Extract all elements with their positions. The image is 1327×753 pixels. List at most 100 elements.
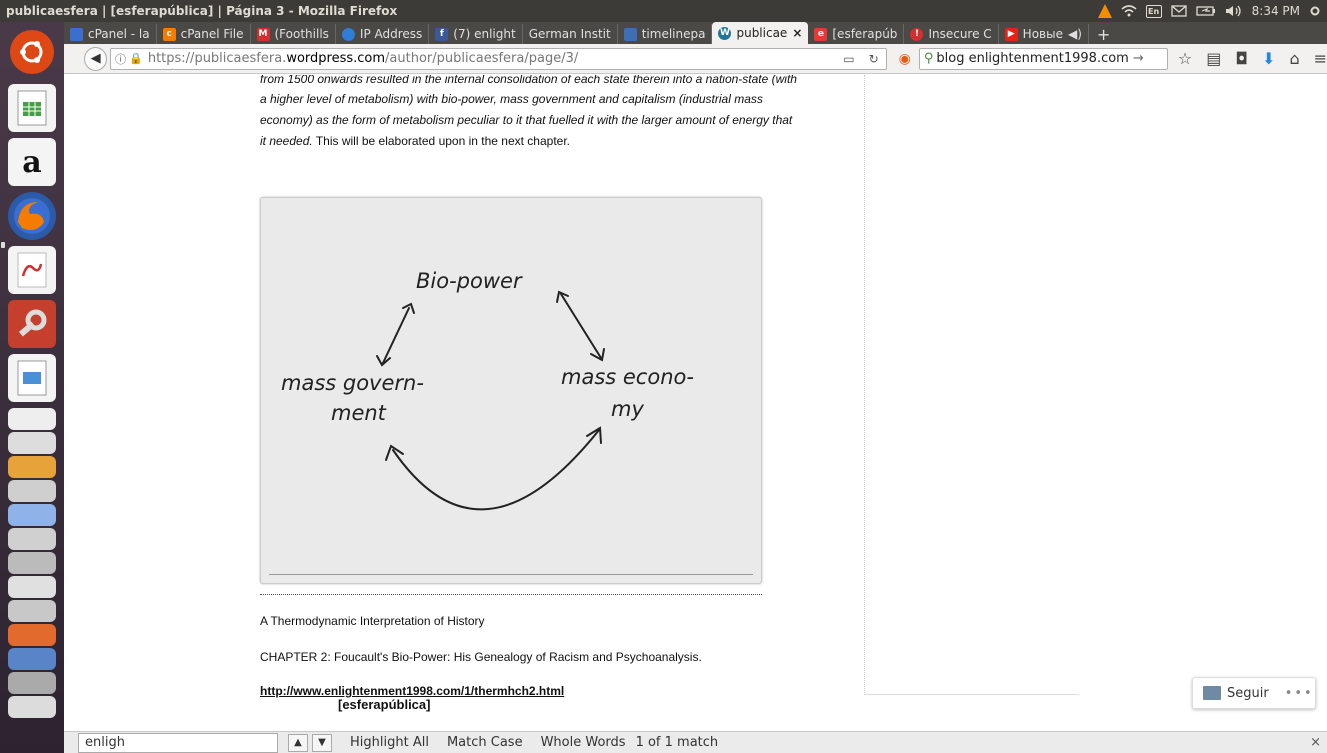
reload-icon[interactable]: ↻ xyxy=(862,52,886,66)
tab-cpanel-file[interactable]: c cPanel File xyxy=(157,24,251,44)
book-title: A Thermodynamic Interpretation of Histor… xyxy=(260,614,485,628)
bio-power-sketch: Bio-power mass govern- ment mass econo- … xyxy=(281,269,694,511)
reader-view-icon[interactable]: ▭ xyxy=(836,52,861,66)
scanner-icon[interactable] xyxy=(8,552,56,574)
software-center-icon[interactable] xyxy=(8,456,56,478)
highlight-all-toggle[interactable]: Highlight All xyxy=(350,735,429,750)
tab-facebook[interactable]: f (7) enlight xyxy=(429,24,523,44)
mail-icon[interactable] xyxy=(1170,5,1187,17)
tab-foothills[interactable]: M (Foothills xyxy=(251,24,336,44)
post-text-line: from 1500 onwards resulted in the intern… xyxy=(260,75,797,86)
follow-icon xyxy=(1203,686,1221,700)
bio-power-diagram[interactable]: Bio-power mass govern- ment mass econo- … xyxy=(260,197,762,584)
arrow-government-economy xyxy=(392,429,600,511)
indicator-area: En 8:34 PM xyxy=(1097,4,1327,18)
warning-icon: ! xyxy=(910,27,924,41)
disk-icon[interactable] xyxy=(8,504,56,526)
downloads-icon[interactable]: ⬇ xyxy=(1262,49,1275,68)
volume-icon[interactable] xyxy=(1225,5,1243,17)
game-icon[interactable] xyxy=(8,624,56,646)
home-icon[interactable]: ⌂ xyxy=(1289,49,1299,68)
mail-icon: M xyxy=(256,27,270,41)
speaker-icon: ◀) xyxy=(1067,27,1082,41)
follow-button[interactable]: Seguir ••• xyxy=(1192,677,1316,709)
match-status: 1 of 1 match xyxy=(635,735,719,750)
chapter-link[interactable]: http://www.enlightenment1998.com/1/therm… xyxy=(260,684,564,698)
document-stack-icon[interactable] xyxy=(8,528,56,550)
tab-ip-address[interactable]: IP Address xyxy=(336,24,430,44)
pdf-viewer-icon[interactable] xyxy=(8,246,56,294)
tab-insecure[interactable]: ! Insecure C xyxy=(904,24,999,44)
url-prefix: https://publicaesfera. xyxy=(147,51,287,66)
cpanel-icon xyxy=(70,27,83,41)
post-text-line: economy) as the form of metabolism pecul… xyxy=(260,113,793,127)
divider xyxy=(260,594,762,595)
label-mass-economy-cont: my xyxy=(611,397,644,421)
system-settings-icon[interactable] xyxy=(8,300,56,348)
more-options-icon[interactable]: ••• xyxy=(1285,686,1314,701)
label-mass-government: mass govern- xyxy=(281,371,424,395)
info-icon[interactable]: ⓘ xyxy=(115,51,126,67)
chevron-down-icon: ▼ xyxy=(318,737,326,748)
tab-esferapublica[interactable]: e [esferapúb xyxy=(808,24,905,44)
arrow-bio-power-government xyxy=(382,307,410,364)
search-go-icon[interactable]: → xyxy=(1133,51,1144,66)
back-button[interactable]: ◀ xyxy=(84,46,108,71)
libreoffice-impress-icon[interactable] xyxy=(8,354,56,402)
url-bar[interactable]: ⓘ 🔒 https://publicaesfera. wordpress.com /… xyxy=(110,47,887,70)
battery-icon[interactable] xyxy=(1195,5,1216,17)
settings-gear-icon[interactable] xyxy=(1309,5,1321,17)
bookmarks-menu-icon[interactable]: ▤ xyxy=(1206,49,1221,68)
search-engine-icon[interactable]: ◉ xyxy=(899,51,911,67)
close-find-bar-icon[interactable]: × xyxy=(1310,735,1321,750)
post-text-italic: it needed. xyxy=(260,134,313,148)
tab-cpanel[interactable]: cPanel - la xyxy=(64,24,157,44)
storage-icon[interactable] xyxy=(8,672,56,694)
amazon-icon[interactable]: a xyxy=(8,138,56,186)
tab-publicaesfera[interactable]: Wpublicae × xyxy=(712,22,809,44)
new-tab-button[interactable]: + xyxy=(1089,24,1118,44)
chevron-up-icon: ▲ xyxy=(294,737,302,748)
find-input[interactable]: enligh xyxy=(78,732,278,753)
stacked-document-icon[interactable] xyxy=(8,408,56,430)
lock-icon[interactable]: 🔒 xyxy=(129,52,143,65)
menu-icon[interactable]: ≡ xyxy=(1314,49,1327,68)
dvd-icon[interactable] xyxy=(8,600,56,622)
find-next-button[interactable]: ▼ xyxy=(312,733,332,752)
tab-timeline[interactable]: timelinepa xyxy=(618,24,713,44)
vlc-icon[interactable] xyxy=(1097,4,1112,18)
libreoffice-calc-icon[interactable] xyxy=(8,84,56,132)
trash-icon[interactable] xyxy=(8,696,56,718)
search-bar[interactable]: ⚲ blog enlightenment1998.com → xyxy=(918,47,1168,70)
chapter-title: CHAPTER 2: Foucault's Bio-Power: His Gen… xyxy=(260,650,702,664)
text-editor-icon[interactable] xyxy=(8,480,56,502)
label-bio-power: Bio-power xyxy=(416,269,523,293)
wordpress-icon: W xyxy=(718,26,732,40)
media-icon[interactable] xyxy=(8,648,56,670)
navigation-toolbar: ◀ ⓘ 🔒 https://publicaesfera. wordpress.co… xyxy=(64,44,1327,74)
find-previous-button[interactable]: ▲ xyxy=(288,733,308,752)
search-icon: ⚲ xyxy=(923,51,934,66)
match-case-toggle[interactable]: Match Case xyxy=(447,735,523,750)
post-text-line: a higher level of metabolism) with bio-p… xyxy=(260,92,763,106)
paper-icon[interactable] xyxy=(8,576,56,598)
site-title[interactable]: [esferapública] xyxy=(338,697,430,712)
wifi-icon[interactable] xyxy=(1121,5,1137,17)
tab-youtube[interactable]: ▶ Новые ◀) xyxy=(999,24,1089,44)
drive-icon[interactable] xyxy=(8,432,56,454)
close-tab-icon[interactable]: × xyxy=(792,26,802,40)
whole-words-toggle[interactable]: Whole Words xyxy=(541,735,626,750)
label-mass-economy: mass econo- xyxy=(561,365,694,389)
firefox-icon[interactable] xyxy=(8,192,56,240)
bookmark-star-icon[interactable]: ☆ xyxy=(1178,49,1192,68)
url-path: /author/publicaesfera/page/3/ xyxy=(385,51,579,66)
page-content: from 1500 onwards resulted in the intern… xyxy=(64,75,1327,731)
top-panel: publicaesfera | [esferapública] | Página… xyxy=(0,0,1327,22)
facebook-icon: f xyxy=(435,27,449,41)
clock[interactable]: 8:34 PM xyxy=(1252,4,1300,18)
tab-strip: cPanel - la c cPanel File M (Foothills IP … xyxy=(64,22,1327,44)
ubuntu-dash-icon[interactable] xyxy=(10,30,54,74)
pocket-icon[interactable]: ◘ xyxy=(1235,49,1248,68)
keyboard-layout-indicator[interactable]: En xyxy=(1145,4,1162,18)
tab-german-institute[interactable]: German Instit xyxy=(523,24,618,44)
